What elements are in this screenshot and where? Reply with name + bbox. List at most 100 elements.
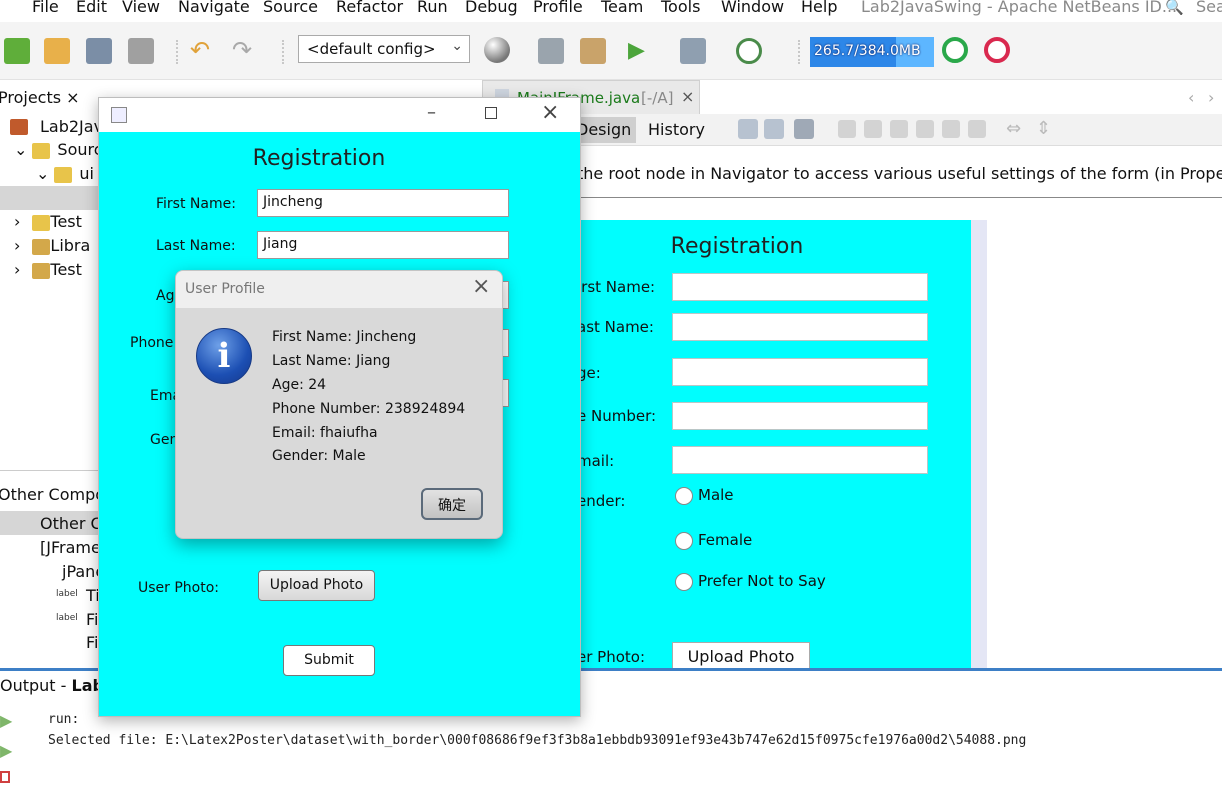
designer-radio-male[interactable]: [675, 487, 693, 505]
label-first-name: First Name:: [156, 196, 236, 212]
debug-icon[interactable]: [680, 38, 706, 64]
rerun-icon[interactable]: ▶: [0, 711, 12, 730]
nav-field-first[interactable]: Fi: [86, 633, 98, 652]
designer-label-phone: e Number:: [577, 407, 657, 425]
menu-file[interactable]: File: [32, 0, 59, 16]
last-name-field[interactable]: Jiang: [257, 231, 509, 259]
designer-label-photo: er Photo:: [577, 648, 646, 666]
label-last-name: Last Name:: [156, 238, 236, 254]
library-icon: [32, 263, 50, 279]
close-icon[interactable]: ×: [541, 100, 559, 125]
resize-vertical-icon[interactable]: ⇕: [1036, 120, 1054, 138]
menu-bar: File Edit View Navigate Source Refactor …: [0, 0, 1222, 22]
editor-subtabs: Design History ⇔ ⇕: [482, 114, 1222, 146]
align-right-icon[interactable]: [864, 120, 882, 138]
tree-selected-row[interactable]: [0, 186, 100, 210]
clean-build-icon[interactable]: [580, 38, 606, 64]
tree-test[interactable]: Test: [50, 212, 82, 231]
menu-help[interactable]: Help: [801, 0, 837, 16]
run-icon[interactable]: ▶: [628, 38, 654, 64]
open-project-icon[interactable]: [86, 38, 112, 64]
search-icon[interactable]: 🔍: [1165, 0, 1184, 16]
designer-field-first[interactable]: [672, 273, 928, 301]
scroll-left-icon[interactable]: ‹: [1188, 88, 1194, 107]
globe-icon[interactable]: [484, 37, 510, 63]
designer-radio-prefer-not[interactable]: [675, 573, 693, 591]
java-cup-icon: [10, 119, 28, 135]
profile-icon[interactable]: [736, 38, 762, 64]
submit-button[interactable]: Submit: [283, 645, 375, 676]
menu-navigate[interactable]: Navigate: [178, 0, 250, 16]
form-title: Registration: [252, 146, 386, 171]
editor-panel: MainJFrame.java [-/A] × ‹ › Design Histo…: [482, 80, 1222, 672]
resize-horizontal-icon[interactable]: ⇔: [1006, 120, 1028, 138]
tree-test-libraries[interactable]: Test: [50, 260, 82, 279]
designer-label-last: ast Name:: [577, 318, 654, 336]
menu-source[interactable]: Source: [263, 0, 318, 16]
nav-label-first[interactable]: Fi: [86, 610, 98, 629]
tab-projects[interactable]: Projects ×: [0, 88, 80, 107]
menu-team[interactable]: Team: [601, 0, 643, 16]
window-titlebar[interactable]: – ×: [99, 98, 580, 132]
tab-history[interactable]: History: [648, 120, 705, 139]
center-vertical-icon[interactable]: [968, 120, 986, 138]
redo-icon[interactable]: ↷: [232, 38, 258, 64]
save-all-icon[interactable]: [128, 38, 154, 64]
designer-field-last[interactable]: [672, 313, 928, 341]
output-line: run:: [48, 712, 80, 727]
config-select[interactable]: <default config> ⌄: [298, 35, 470, 63]
designer-field-email[interactable]: [672, 446, 928, 474]
close-icon[interactable]: ×: [66, 88, 79, 107]
center-horizontal-icon[interactable]: [890, 120, 908, 138]
gc-icon[interactable]: [942, 37, 968, 63]
align-bottom-icon[interactable]: [942, 120, 960, 138]
upload-photo-button[interactable]: Upload Photo: [258, 570, 375, 601]
menu-run[interactable]: Run: [417, 0, 448, 16]
menu-debug[interactable]: Debug: [465, 0, 518, 16]
ok-button[interactable]: 确定: [421, 488, 483, 520]
library-icon: [32, 239, 50, 255]
menu-profile[interactable]: Profile: [533, 0, 583, 16]
menu-tools[interactable]: Tools: [661, 0, 700, 16]
menu-view[interactable]: View: [122, 0, 160, 16]
close-icon[interactable]: ×: [472, 274, 490, 299]
nav-jframe[interactable]: [JFrame]: [40, 538, 107, 557]
user-profile-dialog: User Profile × i First Name: Jincheng La…: [175, 270, 503, 539]
designer-field-phone[interactable]: [672, 402, 928, 430]
designer-label-gender: ender:: [577, 492, 626, 510]
menu-window[interactable]: Window: [721, 0, 784, 16]
align-top-icon[interactable]: [916, 120, 934, 138]
undo-icon[interactable]: ↶: [190, 38, 216, 64]
new-file-icon[interactable]: [44, 38, 70, 64]
memory-indicator[interactable]: 265.7/384.0MB: [810, 37, 934, 67]
designer-radio-female[interactable]: [675, 532, 693, 550]
menu-refactor[interactable]: Refactor: [336, 0, 403, 16]
run-again-icon[interactable]: ▶: [0, 741, 12, 760]
close-icon[interactable]: ×: [681, 87, 694, 106]
tree-source[interactable]: Sourc: [57, 140, 102, 159]
tree-package[interactable]: ui: [79, 164, 94, 183]
menu-edit[interactable]: Edit: [76, 0, 107, 16]
tab-design[interactable]: Design: [576, 120, 631, 139]
new-project-icon[interactable]: [4, 38, 30, 64]
designer-hint: the root node in Navigator to access var…: [577, 164, 1222, 183]
scroll-right-icon[interactable]: ›: [1208, 88, 1214, 107]
dialog-line-phone: Phone Number: 238924894: [272, 401, 466, 417]
selection-mode-icon[interactable]: [738, 119, 758, 139]
preview-design-icon[interactable]: [794, 119, 814, 139]
label-icon: label: [56, 613, 78, 623]
stop-icon[interactable]: [984, 37, 1010, 63]
build-icon[interactable]: [538, 38, 564, 64]
first-name-field[interactable]: Jincheng: [257, 189, 509, 217]
designer-field-age[interactable]: [672, 358, 928, 386]
dialog-titlebar[interactable]: User Profile ×: [176, 271, 502, 308]
window-title: Lab2JavaSwing - Apache NetBeans ID...: [861, 0, 1178, 16]
stop-icon[interactable]: [0, 771, 10, 783]
folder-icon: [32, 215, 50, 231]
tree-libraries[interactable]: Libra: [50, 236, 90, 255]
search-field[interactable]: Sea: [1196, 0, 1222, 16]
align-left-icon[interactable]: [838, 120, 856, 138]
minimize-icon[interactable]: –: [427, 102, 436, 123]
connection-mode-icon[interactable]: [764, 119, 784, 139]
maximize-icon[interactable]: [485, 107, 497, 119]
